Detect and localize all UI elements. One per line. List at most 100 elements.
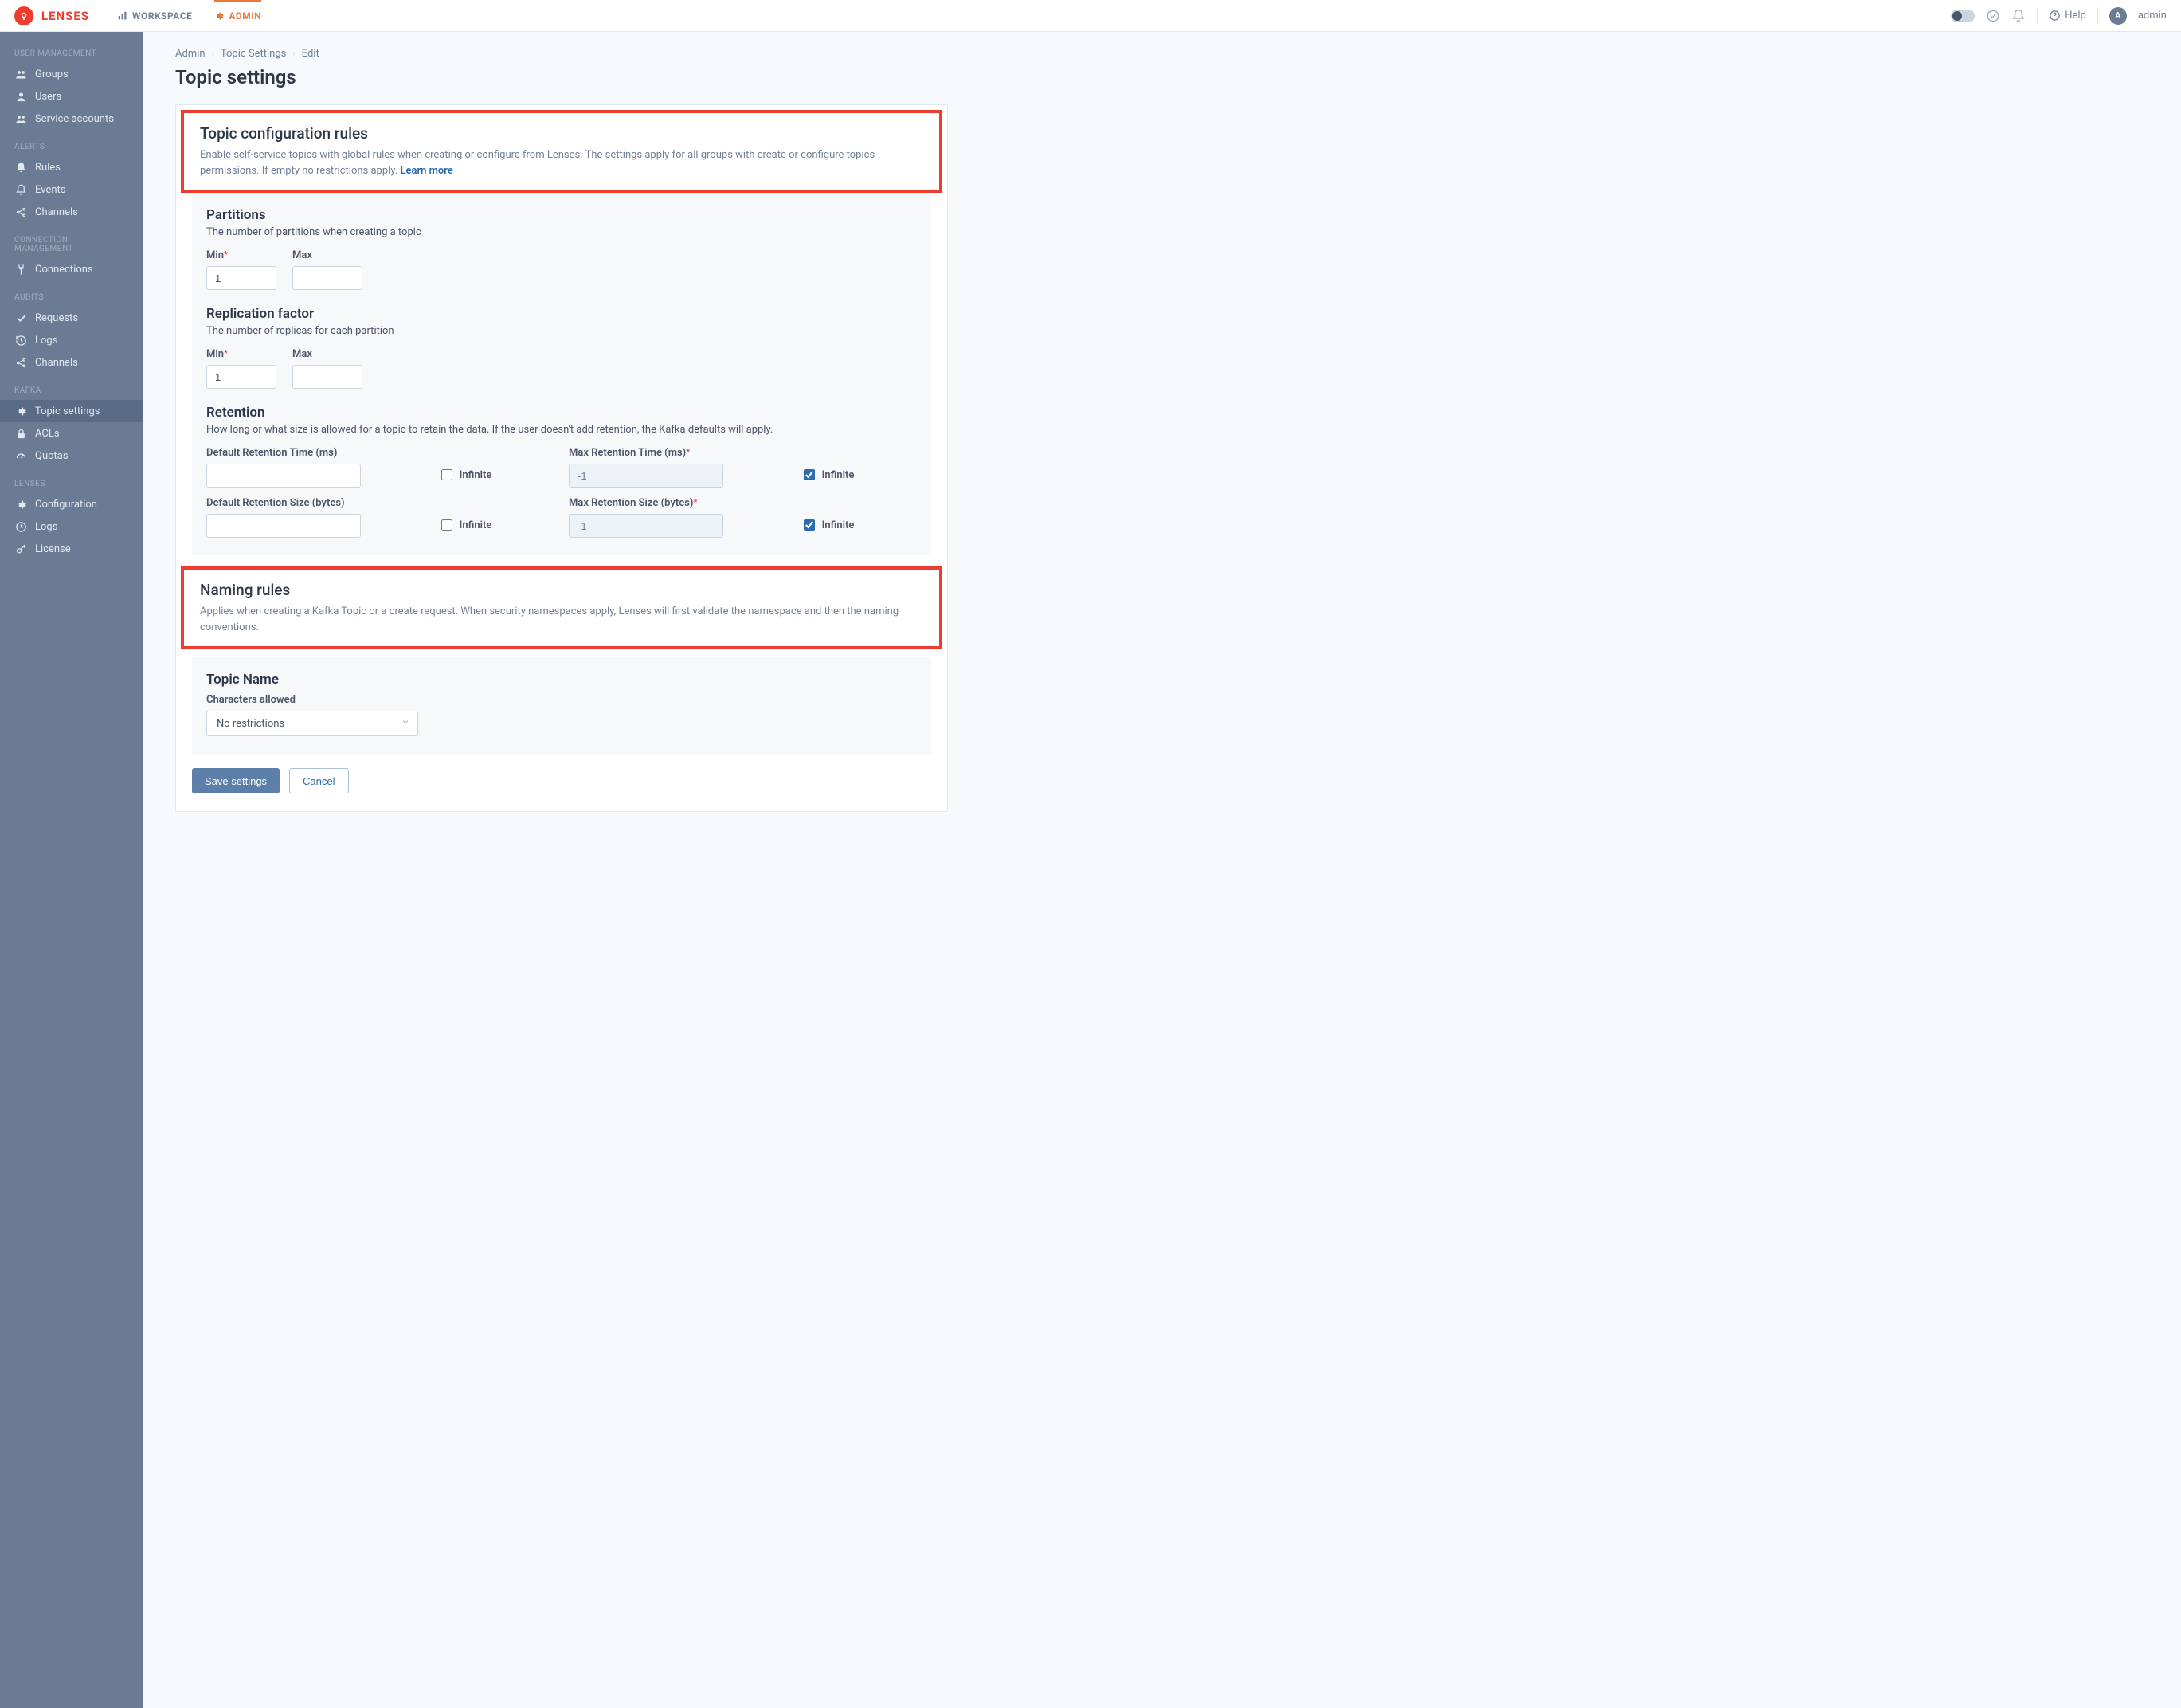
brand: LENSES — [14, 6, 89, 25]
infinite-label[interactable]: Infinite — [822, 519, 855, 531]
partitions-min-input[interactable] — [206, 266, 276, 290]
sidebar-item-quotas[interactable]: Quotas — [0, 445, 143, 467]
sidebar-section-title: USER MANAGEMENT — [0, 43, 143, 63]
brand-logo-icon — [14, 6, 33, 25]
sidebar-item-label: Quotas — [35, 450, 69, 462]
sidebar-item-label: Logs — [35, 521, 57, 533]
sidebar-section-title: AUDITS — [0, 287, 143, 307]
sidebar-item-users[interactable]: Users — [0, 85, 143, 108]
brand-name: LENSES — [41, 9, 89, 23]
sidebar-item-requests[interactable]: Requests — [0, 307, 143, 329]
gear-icon — [14, 405, 27, 417]
sidebar-item-service-accounts[interactable]: Service accounts — [0, 108, 143, 130]
user-name[interactable]: admin — [2138, 10, 2167, 22]
sidebar-item-acls[interactable]: ACLs — [0, 422, 143, 445]
topbar: LENSES WORKSPACE ADMIN Help A admin — [0, 0, 2181, 32]
replication-max-label: Max — [292, 348, 362, 360]
save-button[interactable]: Save settings — [192, 768, 280, 793]
def-ret-size-label: Default Retention Size (bytes) — [206, 497, 424, 509]
def-ret-time-infinite-checkbox[interactable] — [441, 469, 452, 480]
gear-icon — [214, 11, 224, 21]
help-link[interactable]: Help — [2049, 10, 2086, 22]
notification-bell-icon[interactable] — [2011, 9, 2026, 23]
sidebar-item-configuration[interactable]: Configuration — [0, 493, 143, 515]
sidebar-item-label: Configuration — [35, 499, 97, 511]
sidebar-item-alert-channels[interactable]: Channels — [0, 201, 143, 223]
breadcrumb-admin[interactable]: Admin — [175, 48, 206, 60]
sidebar-item-audit-channels[interactable]: Channels — [0, 351, 143, 374]
sidebar-item-events[interactable]: Events — [0, 178, 143, 201]
learn-more-link[interactable]: Learn more — [400, 165, 452, 177]
def-ret-time-input[interactable] — [206, 464, 361, 488]
chars-allowed-label: Characters allowed — [206, 694, 917, 706]
chars-allowed-select[interactable]: No restrictions — [206, 711, 418, 736]
partitions-max-input[interactable] — [292, 266, 362, 290]
user-icon — [14, 90, 27, 103]
replication-max-input[interactable] — [292, 365, 362, 389]
sidebar-section-title: ALERTS — [0, 136, 143, 156]
breadcrumb-topic-settings[interactable]: Topic Settings — [221, 48, 287, 60]
topic-config-rules-title: Topic configuration rules — [200, 124, 923, 143]
sidebar-item-audit-logs[interactable]: Logs — [0, 329, 143, 351]
user-avatar[interactable]: A — [2109, 7, 2127, 25]
infinite-label[interactable]: Infinite — [460, 519, 492, 531]
infinite-label[interactable]: Infinite — [822, 469, 855, 481]
max-ret-size-input[interactable] — [569, 514, 723, 538]
cancel-button[interactable]: Cancel — [289, 768, 348, 793]
sidebar-item-label: Events — [35, 184, 65, 196]
lock-icon — [14, 427, 27, 440]
replication-title: Replication factor — [206, 306, 917, 322]
sidebar-item-alert-rules[interactable]: Rules — [0, 156, 143, 178]
page-title: Topic settings — [175, 66, 2149, 88]
topic-config-rules-section: Topic configuration rules Enable self-se… — [181, 110, 942, 193]
chevron-right-icon: › — [212, 49, 214, 59]
chevron-right-icon: › — [292, 49, 295, 59]
replication-min-input[interactable] — [206, 365, 276, 389]
check-circle-icon[interactable] — [1986, 9, 2000, 23]
partitions-desc: The number of partitions when creating a… — [206, 226, 917, 238]
theme-toggle[interactable] — [1951, 10, 1975, 22]
def-ret-size-input[interactable] — [206, 514, 361, 538]
replication-desc: The number of replicas for each partitio… — [206, 325, 917, 337]
plug-icon — [14, 263, 27, 276]
users-icon — [14, 68, 27, 80]
nav-admin[interactable]: ADMIN — [214, 0, 261, 32]
naming-rules-title: Naming rules — [200, 581, 923, 599]
max-ret-time-input[interactable] — [569, 464, 723, 488]
max-ret-time-label: Max Retention Time (ms)* — [569, 447, 786, 459]
main: Admin › Topic Settings › Edit Topic sett… — [143, 32, 2181, 1708]
form-actions: Save settings Cancel — [176, 754, 947, 793]
check-icon — [14, 311, 27, 324]
sidebar-item-label: Rules — [35, 162, 61, 174]
sidebar-section-title: CONNECTION MANAGEMENT — [0, 229, 143, 258]
key-icon — [14, 543, 27, 555]
sidebar-item-groups[interactable]: Groups — [0, 63, 143, 85]
topbar-right: Help A admin — [1951, 7, 2167, 25]
bar-chart-icon — [118, 11, 127, 21]
sidebar-item-lenses-logs[interactable]: Logs — [0, 515, 143, 538]
sidebar-item-topic-settings[interactable]: Topic settings — [0, 400, 143, 422]
sidebar-item-license[interactable]: License — [0, 538, 143, 560]
nav-workspace[interactable]: WORKSPACE — [118, 0, 192, 32]
sidebar-item-connections[interactable]: Connections — [0, 258, 143, 280]
sidebar-item-label: Channels — [35, 357, 78, 369]
share-icon — [14, 206, 27, 218]
max-ret-size-label: Max Retention Size (bytes)* — [569, 497, 786, 509]
topic-name-title: Topic Name — [206, 672, 917, 688]
naming-rules-section: Naming rules Applies when creating a Kaf… — [181, 566, 942, 649]
infinite-label[interactable]: Infinite — [460, 469, 492, 481]
def-ret-size-infinite-checkbox[interactable] — [441, 519, 452, 531]
sidebar-item-label: Channels — [35, 206, 78, 218]
max-ret-size-infinite-checkbox[interactable] — [804, 519, 815, 531]
retention-title: Retention — [206, 405, 917, 421]
gear-icon — [14, 498, 27, 511]
sidebar-section-title: LENSES — [0, 473, 143, 493]
breadcrumb: Admin › Topic Settings › Edit — [175, 48, 2149, 60]
topic-config-rules-desc: Enable self-service topics with global r… — [200, 147, 923, 178]
bell-o-icon — [14, 183, 27, 196]
sidebar-item-label: Service accounts — [35, 113, 114, 125]
max-ret-time-infinite-checkbox[interactable] — [804, 469, 815, 480]
sidebar-item-label: Groups — [35, 69, 69, 80]
sidebar-section-title: KAFKA — [0, 380, 143, 400]
sidebar-item-label: License — [35, 543, 71, 555]
